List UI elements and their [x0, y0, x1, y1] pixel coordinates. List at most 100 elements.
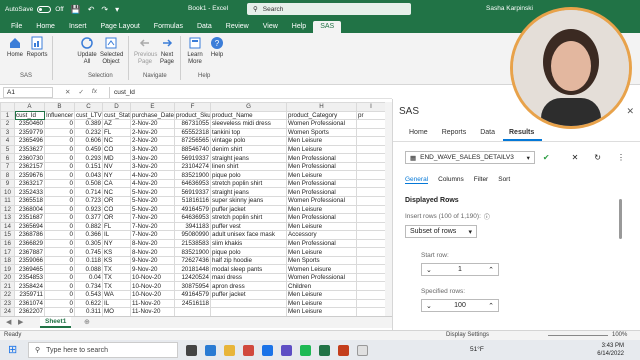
- data-cell[interactable]: Women Professional: [286, 272, 357, 283]
- data-cell[interactable]: 11-Nov-20: [130, 307, 175, 316]
- data-cell[interactable]: 0.622: [74, 298, 103, 309]
- task-view-icon[interactable]: [186, 344, 197, 356]
- data-cell[interactable]: 0.723: [74, 196, 103, 206]
- data-cell[interactable]: [356, 144, 385, 155]
- column-header[interactable]: G: [210, 102, 287, 112]
- data-cell[interactable]: 51816116: [174, 196, 211, 206]
- save-icon[interactable]: 💾: [71, 5, 81, 14]
- data-cell[interactable]: 2365518: [14, 196, 45, 206]
- data-cell[interactable]: 0.311: [74, 307, 103, 316]
- column-header[interactable]: D: [102, 102, 131, 112]
- column-header[interactable]: H: [286, 102, 357, 112]
- undo-icon[interactable]: ↶: [88, 5, 95, 14]
- data-cell[interactable]: stretch poplin shirt: [210, 178, 287, 189]
- data-cell[interactable]: Children: [286, 281, 357, 292]
- data-cell[interactable]: Men Leisure: [286, 136, 357, 146]
- data-cell[interactable]: 7-Nov-20: [130, 221, 175, 232]
- data-cell[interactable]: [356, 298, 385, 309]
- data-cell[interactable]: 0: [44, 213, 75, 223]
- data-cell[interactable]: 0.389: [74, 119, 103, 129]
- row-header[interactable]: 14: [0, 221, 15, 232]
- teams-icon[interactable]: [281, 344, 292, 356]
- data-cell[interactable]: [356, 264, 385, 274]
- data-cell[interactable]: straight jeans: [210, 153, 287, 163]
- data-cell[interactable]: 30875954: [174, 281, 211, 292]
- data-cell[interactable]: 0.088: [74, 264, 103, 274]
- tab-insert[interactable]: Insert: [62, 23, 94, 33]
- select-all-corner[interactable]: [0, 102, 15, 112]
- row-header[interactable]: 2: [0, 119, 15, 129]
- data-cell[interactable]: 24516118: [174, 298, 211, 309]
- weather[interactable]: 51°F: [470, 346, 484, 353]
- data-cell[interactable]: CO: [102, 204, 131, 215]
- data-cell[interactable]: Men Professional: [286, 161, 357, 172]
- add-sheet-icon[interactable]: ⊕: [84, 318, 90, 326]
- data-cell[interactable]: super skinny jeans: [210, 196, 287, 206]
- data-cell[interactable]: Men Leisure: [286, 204, 357, 215]
- row-header[interactable]: 6: [0, 153, 15, 163]
- data-cell[interactable]: 0.151: [74, 161, 103, 172]
- data-cell[interactable]: OR: [102, 196, 131, 206]
- clock[interactable]: 3:43 PM 6/14/2022: [597, 342, 624, 358]
- row-header[interactable]: 3: [0, 127, 15, 138]
- tab-file[interactable]: File: [4, 23, 29, 33]
- data-cell[interactable]: [356, 119, 385, 129]
- data-cell[interactable]: NV: [102, 161, 131, 172]
- data-cell[interactable]: [356, 153, 385, 163]
- data-cell[interactable]: 0: [44, 144, 75, 155]
- data-cell[interactable]: 8-Nov-20: [130, 238, 175, 249]
- row-header[interactable]: 1: [0, 110, 15, 121]
- data-cell[interactable]: stretch poplin shirt: [210, 213, 287, 223]
- data-cell[interactable]: 0: [44, 272, 75, 283]
- data-cell[interactable]: 83521900: [174, 247, 211, 257]
- data-cell[interactable]: 88546740: [174, 144, 211, 155]
- data-cell[interactable]: [356, 281, 385, 292]
- zoom-slider[interactable]: [548, 335, 608, 336]
- row-header[interactable]: 19: [0, 264, 15, 274]
- data-cell[interactable]: half zip hoodie: [210, 255, 287, 266]
- data-cell[interactable]: [356, 255, 385, 266]
- data-cell[interactable]: Men Professional: [286, 187, 357, 197]
- data-cell[interactable]: 95080990: [174, 230, 211, 240]
- data-cell[interactable]: 2-Nov-20: [130, 127, 175, 138]
- subtab-filter[interactable]: Filter: [474, 176, 488, 184]
- data-cell[interactable]: 0: [44, 204, 75, 215]
- header-cell[interactable]: cust_State: [102, 110, 131, 121]
- outlook-icon[interactable]: [262, 344, 273, 356]
- data-cell[interactable]: 3-Nov-20: [130, 144, 175, 155]
- data-cell[interactable]: 9-Nov-20: [130, 264, 175, 274]
- row-header[interactable]: 24: [0, 307, 15, 316]
- data-cell[interactable]: 0: [44, 298, 75, 309]
- data-cell[interactable]: 9-Nov-20: [130, 255, 175, 266]
- column-header[interactable]: B: [44, 102, 75, 112]
- data-cell[interactable]: 2350460: [14, 119, 45, 129]
- data-cell[interactable]: 2366829: [14, 238, 45, 249]
- data-cell[interactable]: NC: [102, 187, 131, 197]
- decrement-icon[interactable]: ⌄: [426, 302, 432, 310]
- data-cell[interactable]: Men Professional: [286, 213, 357, 223]
- data-cell[interactable]: [210, 307, 287, 316]
- data-cell[interactable]: Men Leisure: [286, 144, 357, 155]
- data-cell[interactable]: 4-Nov-20: [130, 178, 175, 189]
- row-header[interactable]: 21: [0, 281, 15, 292]
- decrement-icon[interactable]: ⌄: [426, 266, 432, 274]
- data-cell[interactable]: 49164579: [174, 204, 211, 215]
- data-cell[interactable]: 11-Nov-20: [130, 298, 175, 309]
- data-cell[interactable]: 2369465: [14, 264, 45, 274]
- data-cell[interactable]: adult unisex face mask: [210, 230, 287, 240]
- data-cell[interactable]: 2361074: [14, 298, 45, 309]
- subtab-general[interactable]: General: [405, 176, 429, 184]
- close-result-icon[interactable]: ✕: [572, 153, 579, 162]
- tab-home[interactable]: Home: [29, 23, 62, 33]
- data-cell[interactable]: 3-Nov-20: [130, 153, 175, 163]
- data-cell[interactable]: 0.543: [74, 290, 103, 300]
- data-cell[interactable]: OR: [102, 213, 131, 223]
- data-cell[interactable]: 10-Nov-20: [130, 290, 175, 300]
- data-cell[interactable]: 64636953: [174, 178, 211, 189]
- data-cell[interactable]: Men Leisure: [286, 307, 357, 316]
- data-cell[interactable]: 0.882: [74, 221, 103, 232]
- spotify-icon[interactable]: [300, 344, 311, 356]
- data-cell[interactable]: 0.305: [74, 238, 103, 249]
- refresh-icon[interactable]: ↻: [594, 153, 601, 162]
- row-header[interactable]: 13: [0, 213, 15, 223]
